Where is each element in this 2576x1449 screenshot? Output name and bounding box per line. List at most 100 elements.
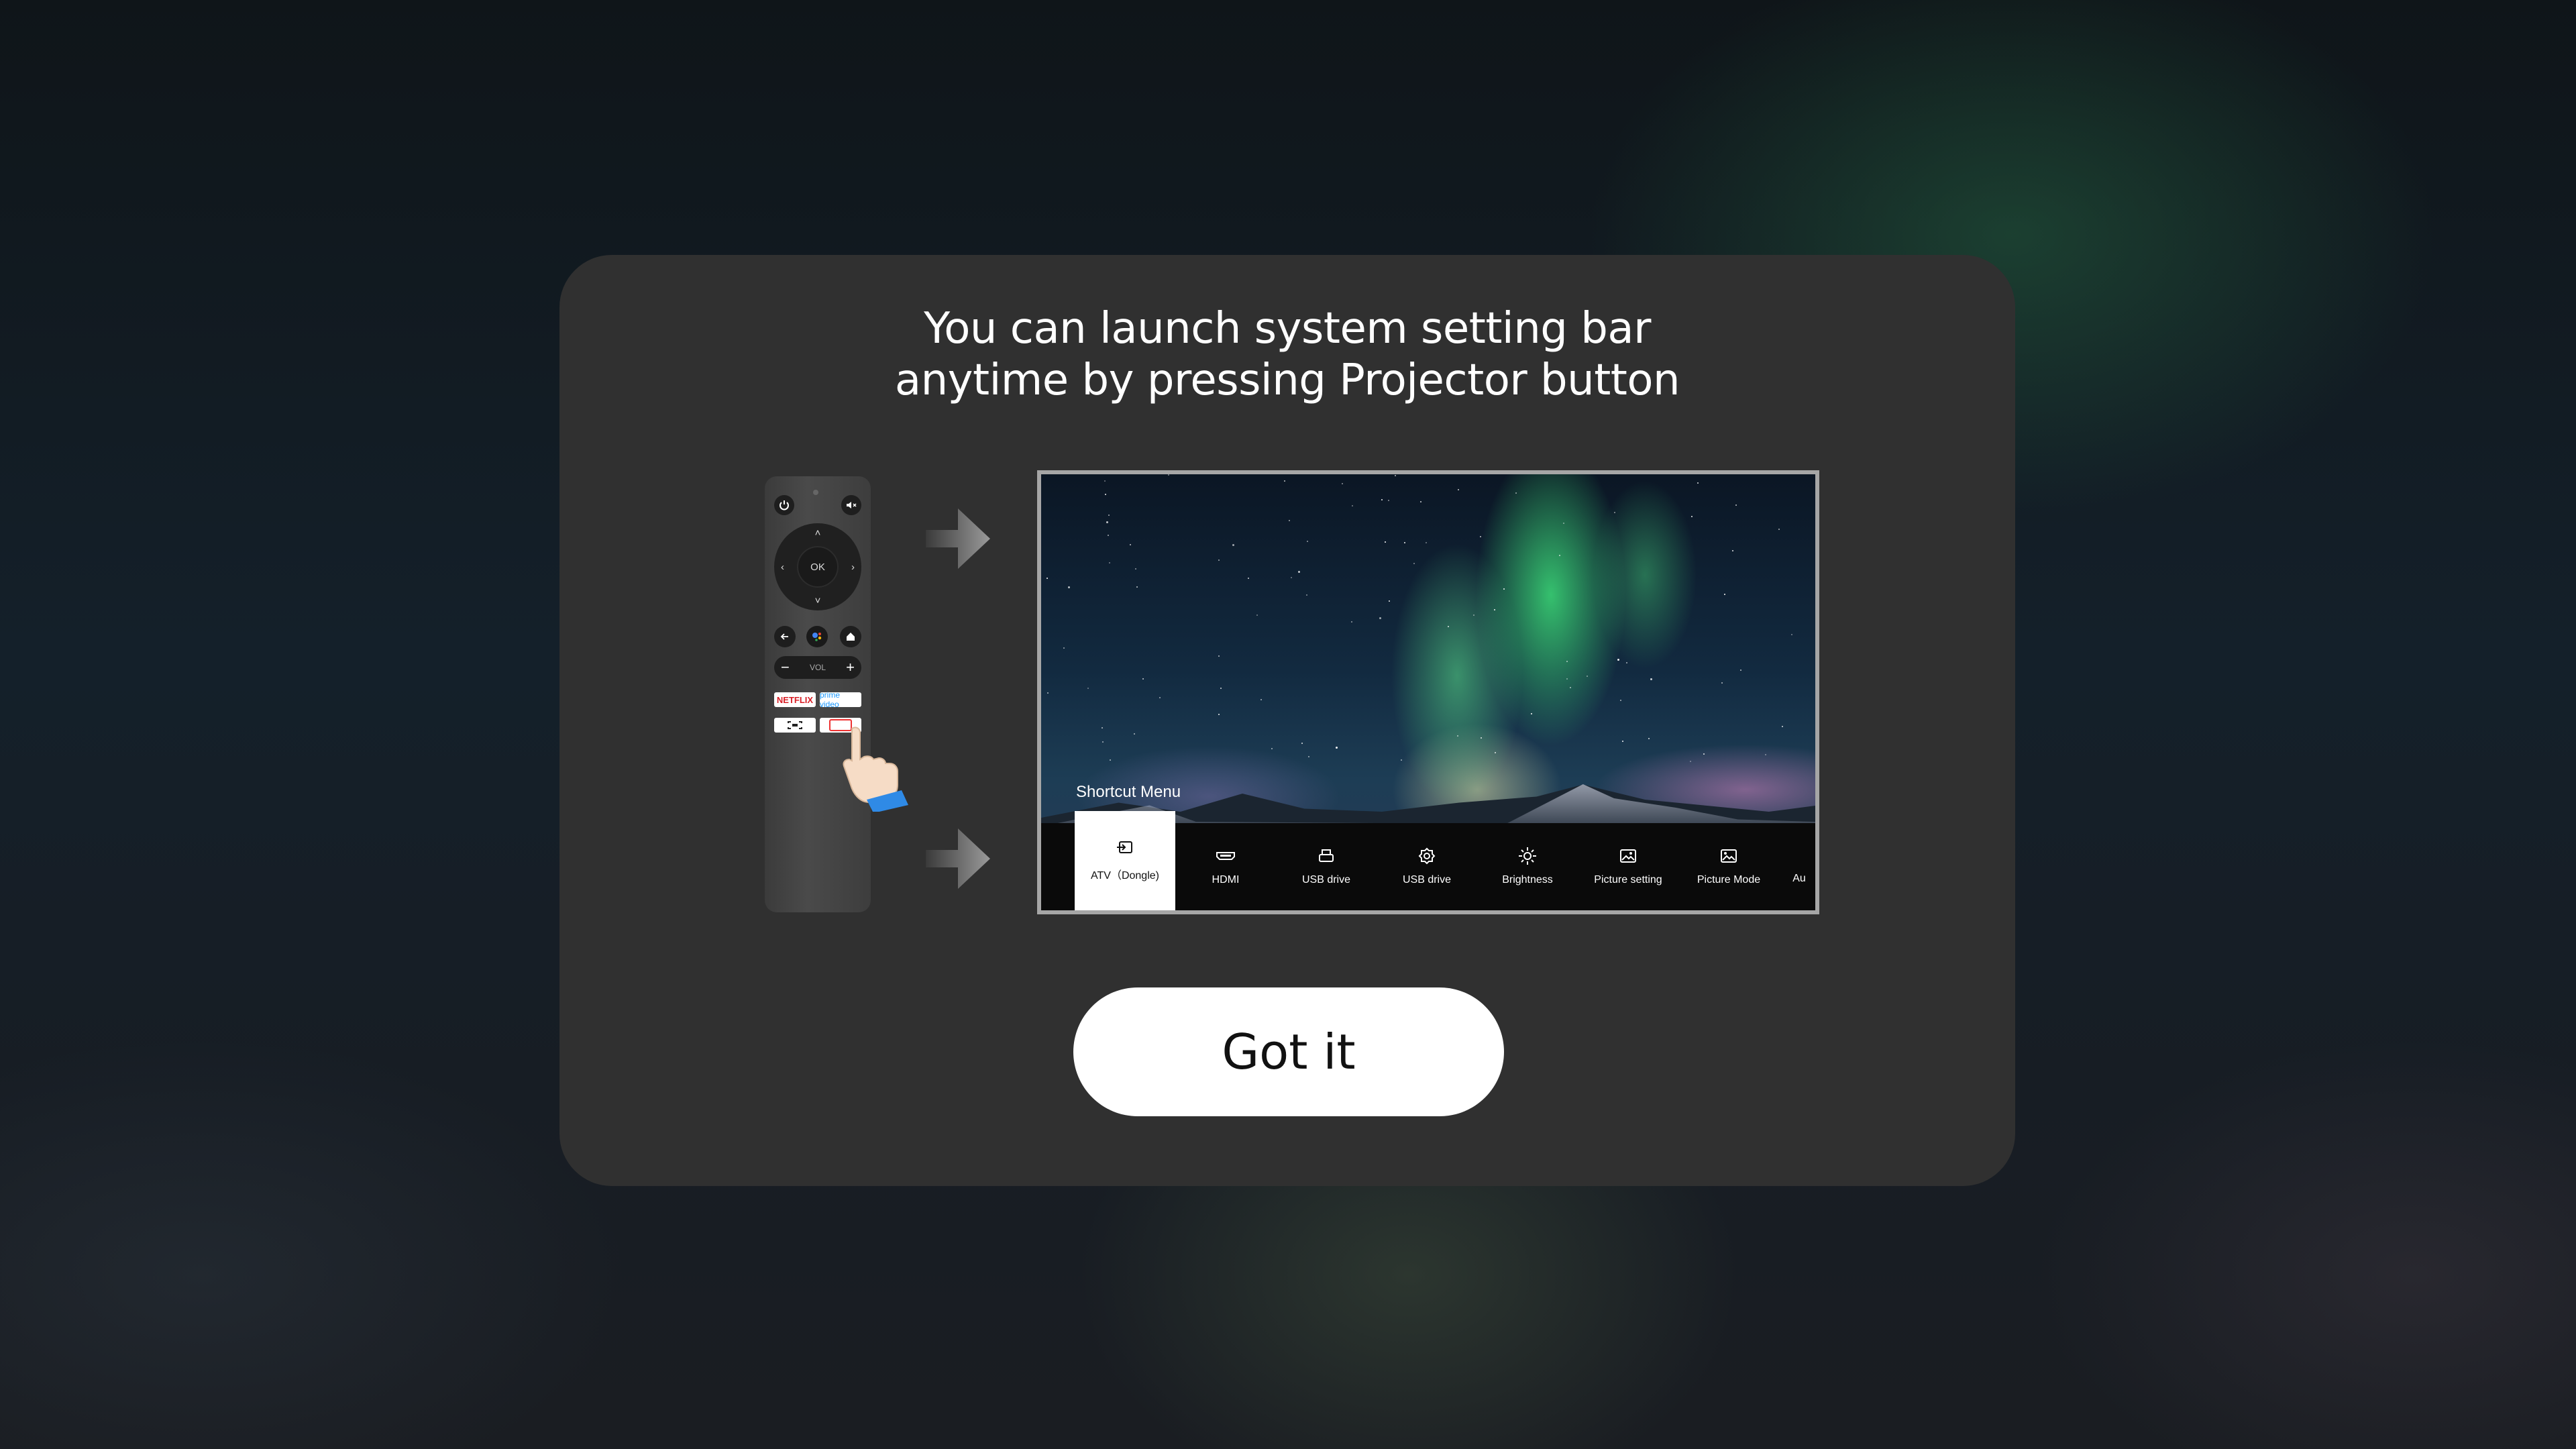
chevron-right-icon: › (851, 561, 855, 573)
star (1721, 682, 1723, 684)
shortcut-item-label: Brightness (1502, 874, 1553, 885)
shortcut-item-label: USB drive (1402, 874, 1452, 885)
settings-icon (1417, 847, 1437, 865)
star (1298, 571, 1300, 573)
star (1087, 688, 1089, 689)
star (1404, 542, 1405, 543)
star (1351, 621, 1352, 623)
arrow-right-icon (926, 828, 990, 889)
star (1648, 738, 1650, 739)
arrow-right-icon (926, 508, 990, 569)
star (1385, 541, 1386, 543)
star (1617, 659, 1619, 661)
shortcut-menu-title: Shortcut Menu (1076, 783, 1181, 801)
star (1650, 678, 1652, 680)
home-icon (840, 626, 861, 647)
star (1531, 713, 1532, 714)
mute-icon (841, 495, 861, 515)
power-icon (774, 495, 794, 515)
star (1136, 586, 1138, 588)
usb-icon (1316, 847, 1336, 865)
shortcut-item-label: Picture Mode (1697, 874, 1761, 885)
mic-dot (813, 490, 818, 495)
back-icon (774, 626, 796, 647)
star (1271, 748, 1273, 749)
shortcut-item-picture-setting: Picture setting (1578, 823, 1678, 910)
star (1352, 505, 1353, 506)
star (1105, 494, 1106, 495)
star (1614, 512, 1615, 513)
brightness-icon (1517, 847, 1538, 865)
star (1135, 568, 1136, 570)
star (1494, 609, 1495, 610)
star (1284, 480, 1285, 482)
star (1106, 521, 1108, 523)
star (1732, 550, 1733, 551)
star (1791, 634, 1792, 635)
shortcut-menu-bar: ATV（Dongle) HDMI USB drive USB drive Bri… (1041, 811, 1815, 910)
star (1724, 594, 1725, 595)
chevron-down-icon: ˅ (814, 595, 821, 606)
star (1248, 578, 1249, 579)
plus-icon: + (846, 659, 855, 676)
star (1046, 578, 1048, 579)
star (1307, 541, 1308, 542)
star (1218, 655, 1220, 657)
star (1108, 535, 1109, 536)
star (1308, 756, 1309, 757)
star (1379, 617, 1381, 619)
projector-screen-preview: Shortcut Menu ATV（Dongle) HDMI USB drive (1037, 470, 1819, 914)
star (1495, 752, 1496, 753)
dialog-title: You can launch system setting bar anytim… (559, 303, 2015, 407)
star (1563, 523, 1564, 524)
star (1256, 614, 1258, 616)
title-line-2: anytime by pressing Projector button (894, 356, 1680, 405)
shortcut-item-hdmi: HDMI (1175, 823, 1276, 910)
shortcut-item-picture-mode: Picture Mode (1678, 823, 1779, 910)
star (1232, 544, 1234, 546)
star (1481, 737, 1482, 739)
star (1473, 614, 1474, 616)
star (1108, 515, 1110, 516)
star (1395, 475, 1396, 476)
got-it-button[interactable]: Got it (1073, 987, 1504, 1116)
shortcut-item-label: HDMI (1212, 874, 1240, 885)
title-line-1: You can launch system setting bar (924, 304, 1651, 354)
star (1570, 687, 1571, 688)
star (1690, 761, 1691, 762)
shortcut-item-atv: ATV（Dongle) (1075, 811, 1175, 910)
shortcut-item-usb-settings: USB drive (1377, 823, 1477, 910)
star (1697, 482, 1699, 484)
image-icon (1618, 847, 1638, 865)
star (1104, 480, 1106, 482)
netflix-button: NETFLIX (774, 692, 816, 707)
star (1218, 559, 1220, 561)
vol-label: VOL (809, 663, 826, 672)
shortcut-item-label: Picture setting (1594, 874, 1662, 885)
volume-rocker: − VOL + (774, 656, 861, 679)
star (1134, 733, 1135, 735)
star (1063, 647, 1065, 649)
star (1388, 500, 1389, 501)
star (1336, 747, 1338, 749)
shortcut-item-label: ATV（Dongle) (1091, 870, 1159, 881)
star (1480, 536, 1481, 537)
star (1622, 741, 1623, 742)
star (1068, 586, 1070, 588)
star (1142, 678, 1144, 680)
star (1401, 759, 1402, 761)
image-mode-icon (1719, 847, 1739, 865)
star (1102, 741, 1104, 743)
star (1289, 520, 1290, 521)
star (1130, 544, 1131, 545)
star (1503, 588, 1505, 590)
star (1110, 759, 1111, 761)
star (1109, 562, 1110, 564)
star (1102, 727, 1103, 729)
input-icon (1115, 839, 1135, 857)
star (1691, 516, 1693, 517)
tutorial-dialog: You can launch system setting bar anytim… (559, 255, 2015, 1186)
dpad: ˄ ˅ ‹ › OK (774, 523, 861, 610)
star (1735, 504, 1737, 506)
star (1566, 661, 1568, 662)
